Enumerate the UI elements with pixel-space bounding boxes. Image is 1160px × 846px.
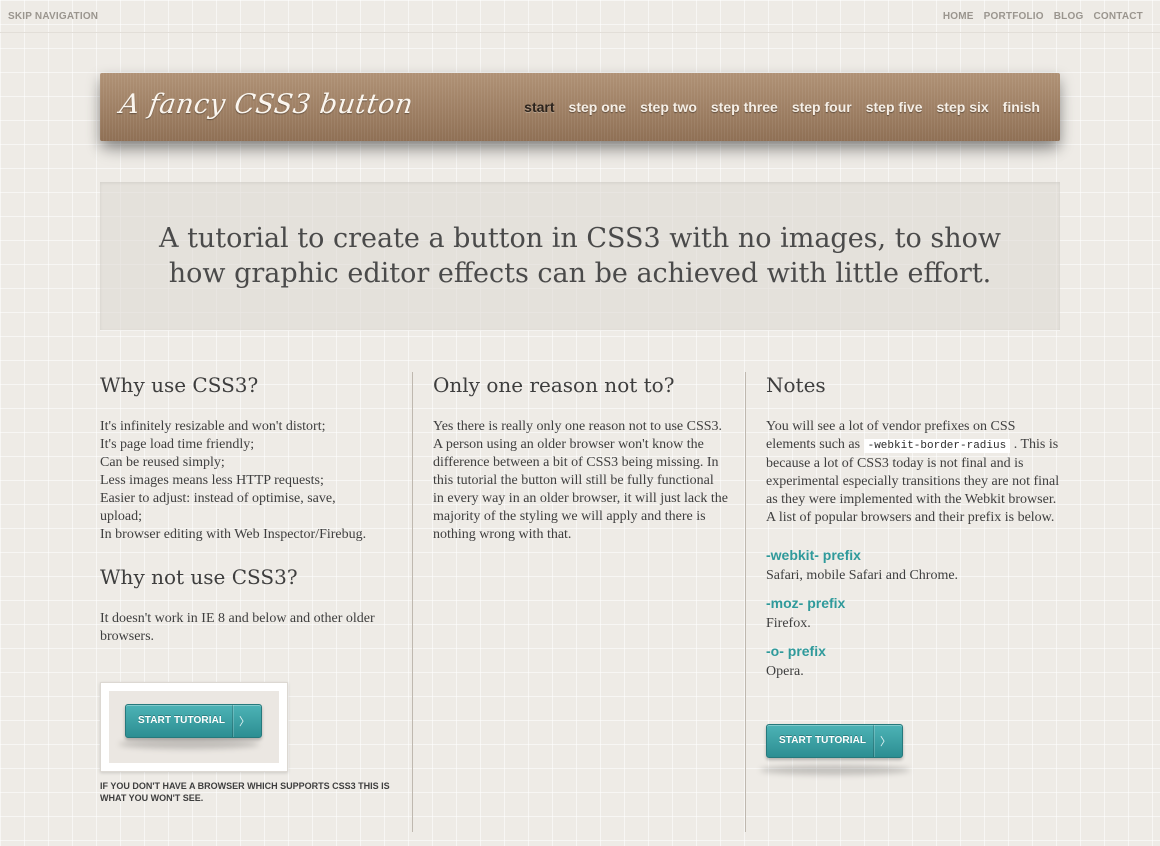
column-one-reason: Only one reason not to? Yes there is rea…	[433, 372, 728, 544]
nav-finish[interactable]: finish	[1003, 99, 1040, 115]
one-reason-text: Yes there is really only one reason not …	[433, 419, 728, 542]
column-divider	[412, 372, 413, 832]
prefix-title-webkit: -webkit- prefix	[766, 547, 861, 563]
button-preview-frame: START TUTORIAL 〉	[100, 682, 288, 772]
start-tutorial-button-preview[interactable]: START TUTORIAL 〉	[125, 704, 262, 738]
button-separator	[232, 705, 233, 737]
nav-step-six[interactable]: step six	[937, 99, 989, 115]
chevron-right-icon: 〉	[880, 735, 891, 748]
nav-step-one[interactable]: step one	[569, 99, 627, 115]
site-logo[interactable]: A fancy CSS3 button	[118, 89, 415, 120]
button-label: START TUTORIAL	[779, 735, 867, 746]
code-snippet: -webkit-border-radius	[863, 439, 1011, 453]
prefix-list: -webkit- prefix Safari, mobile Safari an…	[766, 547, 1061, 681]
button-separator	[873, 725, 874, 757]
nav-start[interactable]: start	[524, 99, 554, 115]
prefix-desc-o: Opera.	[766, 664, 804, 679]
intro-panel: A tutorial to create a button in CSS3 wi…	[100, 182, 1060, 331]
prefix-title-moz: -moz- prefix	[766, 595, 846, 611]
intro-text: A tutorial to create a button in CSS3 wi…	[158, 223, 1002, 289]
column-divider	[745, 372, 746, 832]
button-shadow	[119, 739, 259, 749]
list-item: Can be reused simply;	[100, 455, 225, 470]
why-not-text: It doesn't work in IE 8 and below and ot…	[100, 611, 375, 644]
why-use-list: It's infinitely resizable and won't dist…	[100, 418, 380, 544]
heading-why-use: Why use CSS3?	[100, 373, 259, 397]
heading-one-reason: Only one reason not to?	[433, 373, 675, 397]
top-link-portfolio[interactable]: PORTFOLIO	[984, 11, 1044, 22]
start-tutorial-button[interactable]: START TUTORIAL 〉	[766, 724, 903, 758]
top-link-contact[interactable]: CONTACT	[1093, 11, 1143, 22]
list-item: It's infinitely resizable and won't dist…	[100, 419, 326, 434]
list-item: It's page load time friendly;	[100, 437, 255, 452]
button-label: START TUTORIAL	[138, 715, 226, 726]
top-link-blog[interactable]: BLOG	[1054, 11, 1084, 22]
top-bar: SKIP NAVIGATION HOME PORTFOLIO BLOG CONT…	[0, 0, 1160, 33]
heading-notes: Notes	[766, 373, 826, 397]
skip-navigation-link[interactable]: SKIP NAVIGATION	[8, 11, 98, 22]
list-item: Less images means less HTTP requests;	[100, 473, 324, 488]
chevron-right-icon: 〉	[239, 715, 250, 728]
column-notes: Notes You will see a lot of vendor prefi…	[766, 372, 1061, 681]
nav-step-three[interactable]: step three	[711, 99, 778, 115]
nav-step-two[interactable]: step two	[640, 99, 697, 115]
list-item: In browser editing with Web Inspector/Fi…	[100, 527, 367, 542]
heading-why-not-use: Why not use CSS3?	[100, 565, 298, 589]
nav-step-four[interactable]: step four	[792, 99, 852, 115]
preview-caption: IF YOU DON'T HAVE A BROWSER WHICH SUPPOR…	[100, 781, 390, 803]
top-links: HOME PORTFOLIO BLOG CONTACT	[943, 11, 1143, 22]
column-why-use: Why use CSS3? It's infinitely resizable …	[100, 372, 380, 646]
nav-step-five[interactable]: step five	[866, 99, 923, 115]
top-link-home[interactable]: HOME	[943, 11, 974, 22]
notes-text: You will see a lot of vendor prefixes on…	[766, 418, 1061, 527]
button-shadow	[760, 765, 910, 775]
prefix-desc-moz: Firefox.	[766, 616, 811, 631]
list-item: Easier to adjust: instead of optimise, s…	[100, 491, 336, 524]
prefix-desc-webkit: Safari, mobile Safari and Chrome.	[766, 568, 959, 583]
prefix-title-o: -o- prefix	[766, 643, 826, 659]
header-banner: A fancy CSS3 button start step one step …	[100, 73, 1060, 141]
step-nav: start step one step two step three step …	[524, 99, 1040, 115]
